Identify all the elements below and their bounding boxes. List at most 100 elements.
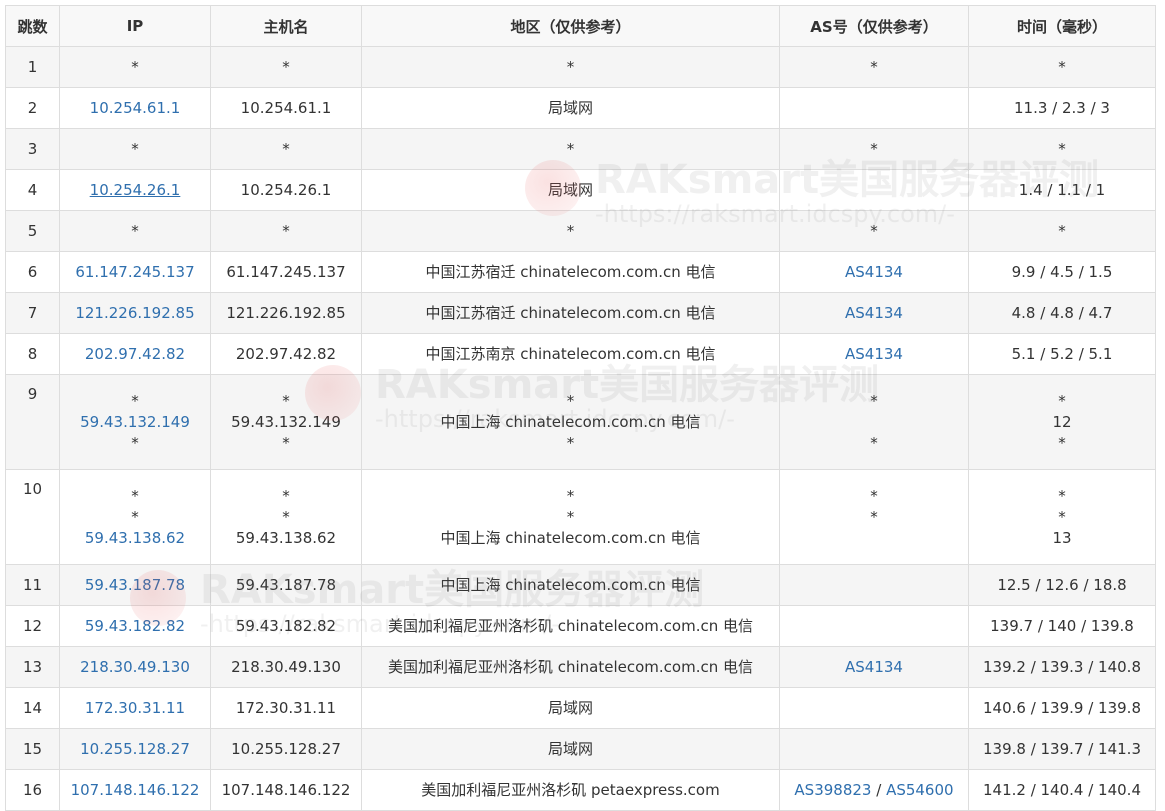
host-text: 59.43.138.62 — [235, 528, 337, 547]
host-text: 121.226.192.85 — [226, 303, 346, 322]
ip-text: * — [131, 507, 139, 526]
ip-link[interactable]: 121.226.192.85 — [64, 303, 206, 324]
region-text: 局域网 — [547, 98, 593, 117]
as-cell: * — [779, 46, 969, 88]
as-link[interactable]: AS4134 — [784, 262, 964, 283]
ip-link[interactable]: 10.254.26.1 — [64, 180, 206, 201]
ip-text: * — [131, 486, 139, 505]
table-row: 2 10.254.61.1 10.254.61.1 局域网 11.3 / 2.3 / 3 — [5, 87, 1156, 129]
region-text: * — [566, 221, 575, 240]
as-text: * — [870, 486, 878, 505]
table-body: 1 * * * * * 2 10.254.61.1 10.254.61.1 局域网 11.3 / 2… — [5, 46, 1156, 811]
region-cell: * — [361, 210, 780, 252]
table-row: 10 * * 59.43.138.62 * * 59.43.138.62 * * 中国上海 chi… — [5, 469, 1156, 565]
time-text: 4.8 / 4.8 / 4.7 — [1011, 303, 1113, 322]
host-text: 61.147.245.137 — [226, 262, 346, 281]
region-cell: 局域网 — [361, 87, 780, 129]
hop-cell: 14 — [5, 687, 60, 729]
host-text: * — [282, 507, 290, 526]
hop-cell: 9 — [5, 374, 60, 470]
as-text: * — [870, 221, 878, 240]
as-cell — [779, 687, 969, 729]
ip-cell: 10.254.26.1 — [59, 169, 211, 211]
time-text: * — [1058, 391, 1066, 410]
table-row: 6 61.147.245.137 61.147.245.137 中国江苏宿迁 chin… — [5, 251, 1156, 293]
table-row: 12 59.43.182.82 59.43.182.82 美国加利福尼亚州洛杉矶 ch… — [5, 605, 1156, 647]
time-text: 139.7 / 140 / 139.8 — [990, 616, 1134, 635]
table-row: 8 202.97.42.82 202.97.42.82 中国江苏南京 chinatel… — [5, 333, 1156, 375]
time-text: * — [1058, 221, 1066, 240]
time-text: 5.1 / 5.2 / 5.1 — [1011, 344, 1113, 363]
ip-link[interactable]: 59.43.187.78 — [64, 575, 206, 596]
ip-link[interactable]: 59.43.182.82 — [64, 616, 206, 637]
hop-cell: 12 — [5, 605, 60, 647]
ip-link[interactable]: 59.43.132.149 — [64, 412, 206, 433]
as-link[interactable]: AS54600 — [886, 781, 954, 799]
ip-link[interactable]: 107.148.146.122 — [64, 780, 206, 801]
region-cell: * 中国上海 chinatelecom.com.cn 电信 * — [361, 374, 780, 470]
ip-link[interactable]: 10.255.128.27 — [64, 739, 206, 760]
region-text: 中国江苏宿迁 chinatelecom.com.cn 电信 — [425, 262, 716, 281]
traceroute-table: 跳数 IP 主机名 地区（仅供参考） AS号（仅供参考） 时间（毫秒） 1 * * *… — [5, 5, 1156, 811]
region-cell: 局域网 — [361, 687, 780, 729]
region-cell: 美国加利福尼亚州洛杉矶 chinatelecom.com.cn 电信 — [361, 646, 780, 688]
table-row: 15 10.255.128.27 10.255.128.27 局域网 139.8 / 1… — [5, 728, 1156, 770]
table-row: 7 121.226.192.85 121.226.192.85 中国江苏宿迁 chin… — [5, 292, 1156, 334]
as-link[interactable]: AS4134 — [784, 344, 964, 365]
as-cell: AS4134 — [779, 251, 969, 293]
as-text: * — [870, 433, 878, 452]
hostname-cell: * — [210, 46, 362, 88]
as-link[interactable]: AS4134 — [784, 303, 964, 324]
hop-cell: 13 — [5, 646, 60, 688]
region-cell: * * 中国上海 chinatelecom.com.cn 电信 — [361, 469, 780, 565]
time-text: 139.8 / 139.7 / 141.3 — [982, 739, 1141, 758]
time-text: 139.2 / 139.3 / 140.8 — [982, 657, 1141, 676]
ip-cell: 59.43.182.82 — [59, 605, 211, 647]
table-row: 11 59.43.187.78 59.43.187.78 中国上海 chinatele… — [5, 564, 1156, 606]
region-cell: 中国江苏南京 chinatelecom.com.cn 电信 — [361, 333, 780, 375]
as-link[interactable]: AS398823 — [794, 781, 871, 799]
region-text: 中国上海 chinatelecom.com.cn 电信 — [440, 412, 701, 431]
time-text: 1.4 / 1.1 / 1 — [1018, 180, 1106, 199]
ip-link[interactable]: 218.30.49.130 — [64, 657, 206, 678]
time-cell: * — [968, 210, 1156, 252]
ip-link[interactable]: 172.30.31.11 — [64, 698, 206, 719]
time-text: 140.6 / 139.9 / 139.8 — [982, 698, 1141, 717]
as-link[interactable]: AS4134 — [784, 657, 964, 678]
as-cell: AS398823 / AS54600 — [779, 769, 969, 811]
region-text: * — [566, 391, 575, 410]
as-cell — [779, 564, 969, 606]
hostname-cell: 10.254.26.1 — [210, 169, 362, 211]
ip-text: * — [131, 433, 139, 452]
header-hop: 跳数 — [5, 5, 60, 47]
ip-cell: * — [59, 210, 211, 252]
region-text: 美国加利福尼亚州洛杉矶 chinatelecom.com.cn 电信 — [387, 657, 754, 676]
as-cell: AS4134 — [779, 646, 969, 688]
ip-link[interactable]: 59.43.138.62 — [64, 528, 206, 549]
ip-link[interactable]: 202.97.42.82 — [64, 344, 206, 365]
region-text: 美国加利福尼亚州洛杉矶 petaexpress.com — [421, 780, 720, 799]
region-text: 局域网 — [547, 698, 593, 717]
host-text: * — [282, 57, 290, 76]
time-cell: 12.5 / 12.6 / 18.8 — [968, 564, 1156, 606]
ip-link[interactable]: 61.147.245.137 — [64, 262, 206, 283]
hostname-cell: * * 59.43.138.62 — [210, 469, 362, 565]
hostname-cell: 10.254.61.1 — [210, 87, 362, 129]
hop-cell: 8 — [5, 333, 60, 375]
ip-link[interactable]: 10.254.61.1 — [64, 98, 206, 119]
time-text: 12 — [1052, 412, 1072, 431]
hop-cell: 5 — [5, 210, 60, 252]
ip-cell: 218.30.49.130 — [59, 646, 211, 688]
host-text: * — [282, 139, 290, 158]
time-text: * — [1058, 139, 1066, 158]
time-text: 141.2 / 140.4 / 140.4 — [982, 780, 1141, 799]
ip-cell: 172.30.31.11 — [59, 687, 211, 729]
time-cell: 1.4 / 1.1 / 1 — [968, 169, 1156, 211]
table-row: 16 107.148.146.122 107.148.146.122 美国加利福尼亚州… — [5, 769, 1156, 811]
ip-cell: 10.255.128.27 — [59, 728, 211, 770]
hostname-cell: * — [210, 210, 362, 252]
hostname-cell: 121.226.192.85 — [210, 292, 362, 334]
as-text: * — [870, 57, 878, 76]
hop-cell: 2 — [5, 87, 60, 129]
region-cell: * — [361, 46, 780, 88]
